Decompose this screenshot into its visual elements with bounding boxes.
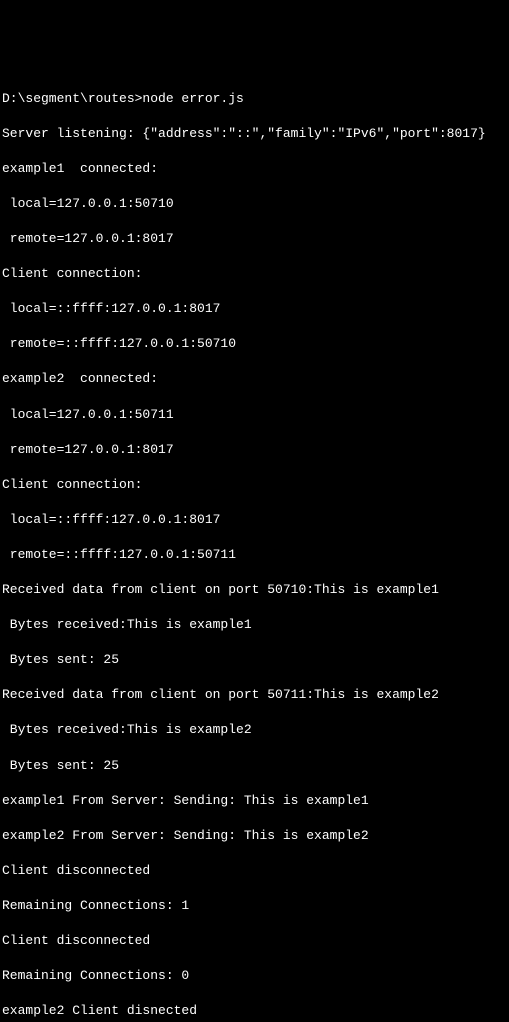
terminal-line: local=127.0.0.1:50711 <box>2 406 507 424</box>
terminal-line: Remaining Connections: 0 <box>2 967 507 985</box>
terminal-line: local=::ffff:127.0.0.1:8017 <box>2 300 507 318</box>
terminal-line: Client connection: <box>2 265 507 283</box>
terminal-line: remote=::ffff:127.0.0.1:50710 <box>2 335 507 353</box>
terminal-line: Client connection: <box>2 476 507 494</box>
terminal-line: remote=::ffff:127.0.0.1:50711 <box>2 546 507 564</box>
terminal-line: local=::ffff:127.0.0.1:8017 <box>2 511 507 529</box>
terminal-output[interactable]: D:\segment\routes>node error.js Server l… <box>2 72 507 579</box>
terminal-line: example2 From Server: Sending: This is e… <box>2 827 507 845</box>
terminal-line: Bytes received:This is example2 <box>2 721 507 739</box>
terminal-line: example2 Client disnected <box>2 1002 507 1020</box>
terminal-line: Client disconnected <box>2 932 507 950</box>
terminal-line: Server listening: {"address":"::","famil… <box>2 125 507 143</box>
terminal-line: Bytes sent: 25 <box>2 757 507 775</box>
terminal-line: example2 connected: <box>2 370 507 388</box>
terminal-line: example1 connected: <box>2 160 507 178</box>
terminal-line: local=127.0.0.1:50710 <box>2 195 507 213</box>
terminal-line: Received data from client on port 50711:… <box>2 686 507 704</box>
terminal-line: Bytes sent: 25 <box>2 651 507 669</box>
terminal-line: Bytes received:This is example1 <box>2 616 507 634</box>
terminal-line: D:\segment\routes>node error.js <box>2 90 507 108</box>
terminal-line: remote=127.0.0.1:8017 <box>2 230 507 248</box>
terminal-line: Received data from client on port 50710:… <box>2 581 507 599</box>
terminal-line: Client disconnected <box>2 862 507 880</box>
terminal-line: example1 From Server: Sending: This is e… <box>2 792 507 810</box>
terminal-line: Remaining Connections: 1 <box>2 897 507 915</box>
terminal-line: remote=127.0.0.1:8017 <box>2 441 507 459</box>
